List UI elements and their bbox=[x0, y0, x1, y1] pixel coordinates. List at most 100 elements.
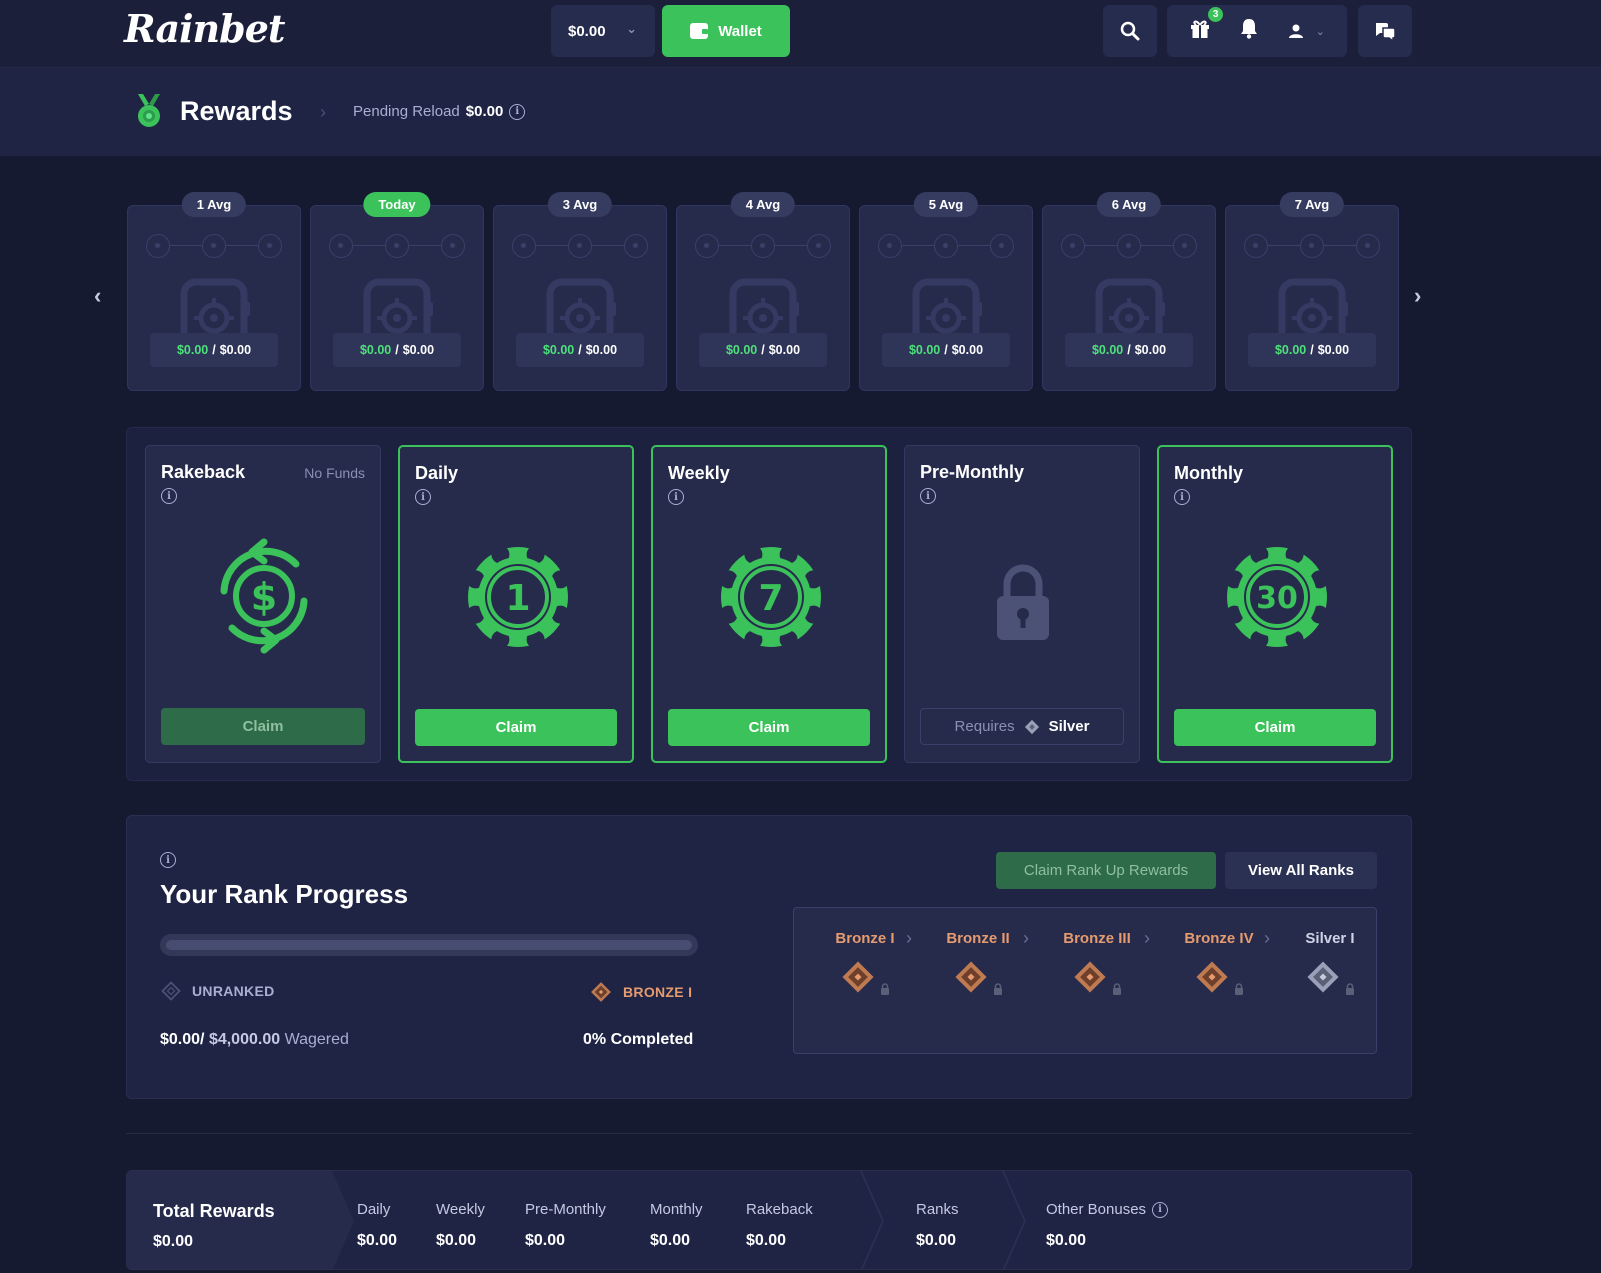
pending-reload-label: Pending Reload bbox=[353, 103, 460, 120]
gift-icon bbox=[1191, 20, 1210, 38]
weekly-card: Weekly i 7 Claim bbox=[651, 445, 887, 763]
weekly-claim-button[interactable]: Claim bbox=[668, 709, 870, 746]
chevron-right-icon: › bbox=[906, 928, 912, 948]
rank-silver-i[interactable]: Silver I bbox=[1275, 930, 1385, 1000]
amount-separator: / bbox=[1127, 343, 1131, 357]
progress-dot bbox=[258, 234, 282, 258]
progress-dot bbox=[807, 234, 831, 258]
progress-dot bbox=[1117, 234, 1141, 258]
monthly-claim-button[interactable]: Claim bbox=[1174, 709, 1376, 746]
progress-dot bbox=[1061, 234, 1085, 258]
amount-separator: / bbox=[944, 343, 948, 357]
amount-separator: / bbox=[761, 343, 765, 357]
requires-rank-button[interactable]: Requires Silver bbox=[920, 708, 1124, 745]
daily-claim-button[interactable]: Claim bbox=[415, 709, 617, 746]
monthly-card: Monthly i 30 Claim bbox=[1157, 445, 1393, 763]
progress-dot bbox=[568, 234, 592, 258]
amount-separator: / bbox=[395, 343, 399, 357]
pending-reload: Pending Reload $0.00 i bbox=[353, 103, 526, 120]
day-card[interactable]: 4 Avg $0.00/$0.00 bbox=[676, 192, 850, 391]
total-rewards-bar: Total Rewards $0.00 Daily $0.00 Weekly $… bbox=[126, 1170, 1412, 1270]
wager-suffix: Wagered bbox=[284, 1031, 349, 1048]
rank-bronze-iv[interactable]: Bronze IV bbox=[1164, 930, 1274, 1000]
amount-separator: / bbox=[212, 343, 216, 357]
chat-button[interactable] bbox=[1358, 5, 1412, 57]
view-all-ranks-button[interactable]: View All Ranks bbox=[1225, 852, 1377, 889]
day-card[interactable]: 7 Avg $0.00/$0.00 bbox=[1225, 192, 1399, 391]
lock-icon bbox=[997, 564, 1049, 640]
day-card[interactable]: 6 Avg $0.00/$0.00 bbox=[1042, 192, 1216, 391]
rank-bronze-iii[interactable]: Bronze III bbox=[1042, 930, 1152, 1000]
day-earned: $0.00 bbox=[1274, 343, 1307, 357]
gift-button[interactable]: 3 bbox=[1189, 7, 1224, 45]
daily-chip-icon: 1 bbox=[466, 545, 570, 649]
monthly-chip-icon: 30 bbox=[1225, 545, 1329, 649]
info-icon[interactable]: i bbox=[160, 852, 176, 868]
notifications-button[interactable] bbox=[1239, 17, 1259, 45]
wagered-amount: $0.00/ bbox=[160, 1031, 205, 1048]
progress-dot bbox=[624, 234, 648, 258]
day-label: 7 Avg bbox=[1279, 192, 1345, 217]
carousel-prev-button[interactable]: ‹ bbox=[94, 283, 101, 309]
info-icon[interactable]: i bbox=[1174, 489, 1190, 505]
lock-icon bbox=[1113, 983, 1122, 995]
total-value: $0.00 bbox=[357, 1232, 398, 1249]
progress-dot bbox=[441, 234, 465, 258]
card-title: Monthly bbox=[1174, 463, 1243, 483]
total-rewards-value: $0.00 bbox=[153, 1233, 194, 1250]
current-rank-label: UNRANKED bbox=[192, 983, 275, 999]
wallet-label: Wallet bbox=[718, 22, 762, 40]
progress-dot bbox=[1300, 234, 1324, 258]
search-button[interactable] bbox=[1103, 5, 1157, 57]
rakeback-claim-button[interactable]: Claim bbox=[161, 708, 365, 745]
rank-name: Bronze II bbox=[946, 930, 1010, 947]
day-amount: $0.00/$0.00 bbox=[882, 333, 1010, 367]
card-title: Rakeback bbox=[161, 462, 246, 482]
progress-dots bbox=[878, 234, 1014, 258]
progress-dot bbox=[878, 234, 902, 258]
rank-bronze-i[interactable]: Bronze I bbox=[810, 930, 920, 1000]
total-value: $0.00 bbox=[525, 1232, 566, 1249]
total-label: Other Bonuses i bbox=[1046, 1201, 1169, 1218]
chevron-right-icon: › bbox=[1264, 928, 1270, 948]
rank-bronze-ii[interactable]: Bronze II bbox=[923, 930, 1033, 1000]
progress-dot bbox=[1356, 234, 1380, 258]
info-icon[interactable]: i bbox=[415, 489, 431, 505]
info-icon[interactable]: i bbox=[161, 488, 177, 504]
day-card[interactable]: 1 Avg $0.00/$0.00 bbox=[127, 192, 301, 391]
rainbet-logo[interactable]: Rainbet bbox=[124, 6, 285, 51]
day-amount: $0.00/$0.00 bbox=[699, 333, 827, 367]
info-icon[interactable]: i bbox=[668, 489, 684, 505]
profile-menu[interactable]: ⌄ bbox=[1288, 23, 1325, 39]
bronze-rank-icon bbox=[591, 982, 611, 1002]
carousel-next-button[interactable]: › bbox=[1414, 283, 1421, 309]
progress-dot bbox=[146, 234, 170, 258]
day-card[interactable]: Today $0.00/$0.00 bbox=[310, 192, 484, 391]
rank-ladder: Bronze I › Bronze II › Bronze III › Bron… bbox=[793, 907, 1377, 1054]
weekly-chip-icon: 7 bbox=[719, 545, 823, 649]
card-title: Pre-Monthly bbox=[920, 462, 1025, 482]
day-label: 1 Avg bbox=[181, 192, 247, 217]
bronze-rank-icon bbox=[842, 961, 874, 993]
svg-text:$: $ bbox=[251, 575, 277, 619]
svg-text:1: 1 bbox=[505, 578, 530, 619]
current-rank: UNRANKED bbox=[160, 980, 275, 1002]
day-card[interactable]: 3 Avg $0.00/$0.00 bbox=[493, 192, 667, 391]
progress-dots bbox=[329, 234, 465, 258]
total-label-text: Other Bonuses bbox=[1046, 1201, 1147, 1218]
day-earned: $0.00 bbox=[725, 343, 758, 357]
total-value: $0.00 bbox=[916, 1232, 957, 1249]
total-weekly: Weekly $0.00 bbox=[436, 1201, 485, 1250]
day-label: 3 Avg bbox=[547, 192, 613, 217]
info-icon[interactable]: i bbox=[920, 488, 936, 504]
day-card[interactable]: 5 Avg $0.00/$0.00 bbox=[859, 192, 1033, 391]
day-label: 6 Avg bbox=[1096, 192, 1162, 217]
amount-separator: / bbox=[578, 343, 582, 357]
claim-rank-up-rewards-button[interactable]: Claim Rank Up Rewards bbox=[996, 852, 1216, 889]
wallet-button[interactable]: Wallet bbox=[662, 5, 790, 57]
balance-dropdown[interactable]: $0.00 ⌄ bbox=[551, 5, 655, 57]
info-icon[interactable]: i bbox=[1152, 1201, 1169, 1218]
card-title: Weekly bbox=[668, 463, 730, 483]
info-icon[interactable]: i bbox=[509, 103, 526, 120]
rank-progress-title: Your Rank Progress bbox=[160, 879, 409, 909]
